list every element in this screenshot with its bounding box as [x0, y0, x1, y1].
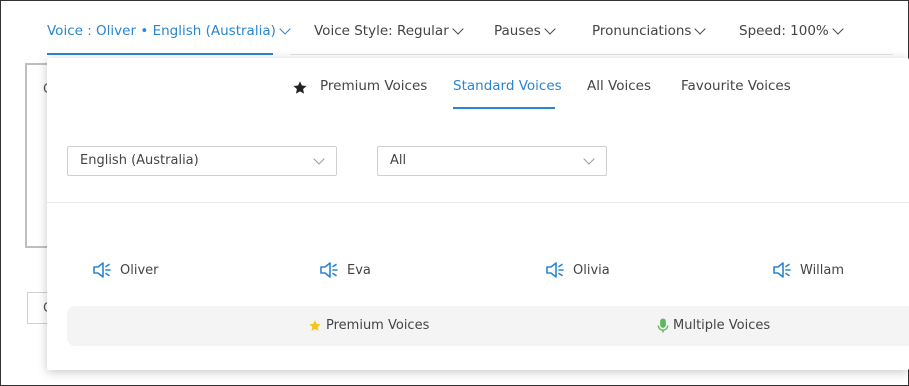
speed-dropdown[interactable]: Speed: 100%	[739, 22, 844, 39]
legend-multiple: Multiple Voices	[657, 318, 770, 333]
tab-all-voices[interactable]: All Voices	[587, 78, 651, 94]
voice-toolbar: Voice : Oliver • English (Australia) Voi…	[0, 0, 909, 55]
language-select-value: English (Australia)	[80, 153, 199, 168]
voice-dropdown[interactable]: Voice : Oliver • English (Australia)	[47, 22, 291, 39]
speaker-icon	[320, 262, 338, 278]
chevron-down-icon	[832, 22, 844, 35]
chevron-down-icon	[452, 22, 464, 35]
star-icon	[309, 319, 321, 331]
panel-divider	[47, 202, 909, 203]
speaker-icon	[93, 262, 111, 278]
voice-style-label: Voice Style: Regular	[314, 23, 449, 39]
tab-standard-voices[interactable]: Standard Voices	[453, 78, 562, 94]
voice-category-tabs: Premium Voices Standard Voices All Voice…	[47, 58, 909, 114]
chevron-down-icon	[313, 153, 325, 165]
voice-name: Olivia	[573, 262, 610, 278]
pronunciations-label: Pronunciations	[592, 23, 692, 39]
voice-option-oliver[interactable]: Oliver	[92, 261, 159, 279]
speaker-icon	[773, 262, 791, 278]
voice-dropdown-label: Voice : Oliver • English (Australia)	[47, 23, 276, 39]
voice-option-eva[interactable]: Eva	[319, 261, 371, 279]
voice-name: Eva	[347, 262, 371, 278]
star-icon	[293, 81, 307, 94]
chevron-down-icon	[694, 22, 707, 35]
legend-multiple-label: Multiple Voices	[673, 318, 771, 333]
chevron-down-icon	[544, 22, 556, 35]
pauses-dropdown[interactable]: Pauses	[494, 22, 556, 39]
toolbar-divider	[290, 54, 893, 55]
legend-premium: Premium Voices	[308, 318, 429, 333]
voice-dropdown-underline	[47, 53, 273, 55]
microphone-icon	[657, 318, 669, 333]
active-tab-underline	[453, 107, 555, 109]
chevron-down-icon	[279, 22, 291, 35]
pauses-label: Pauses	[494, 23, 541, 39]
speaker-icon	[546, 262, 564, 278]
voice-style-dropdown[interactable]: Voice Style: Regular	[314, 22, 464, 39]
voice-option-olivia[interactable]: Olivia	[545, 261, 610, 279]
legend-premium-label: Premium Voices	[326, 318, 430, 333]
tab-favourite-voices[interactable]: Favourite Voices	[681, 78, 791, 94]
speed-label: Speed: 100%	[739, 23, 829, 39]
voice-name: Oliver	[120, 262, 159, 278]
voice-option-willam[interactable]: Willam	[772, 261, 844, 279]
chevron-down-icon	[583, 153, 595, 165]
voice-filter-select[interactable]: All	[377, 146, 607, 176]
voice-filter-value: All	[390, 153, 407, 168]
voice-name: Willam	[800, 262, 845, 278]
tab-premium-voices[interactable]: Premium Voices	[320, 78, 427, 94]
voice-legend: Premium Voices Multiple Voices	[67, 306, 909, 346]
language-select[interactable]: English (Australia)	[67, 146, 337, 176]
voice-picker-panel: Premium Voices Standard Voices All Voice…	[47, 58, 909, 370]
pronunciations-dropdown[interactable]: Pronunciations	[592, 22, 707, 39]
